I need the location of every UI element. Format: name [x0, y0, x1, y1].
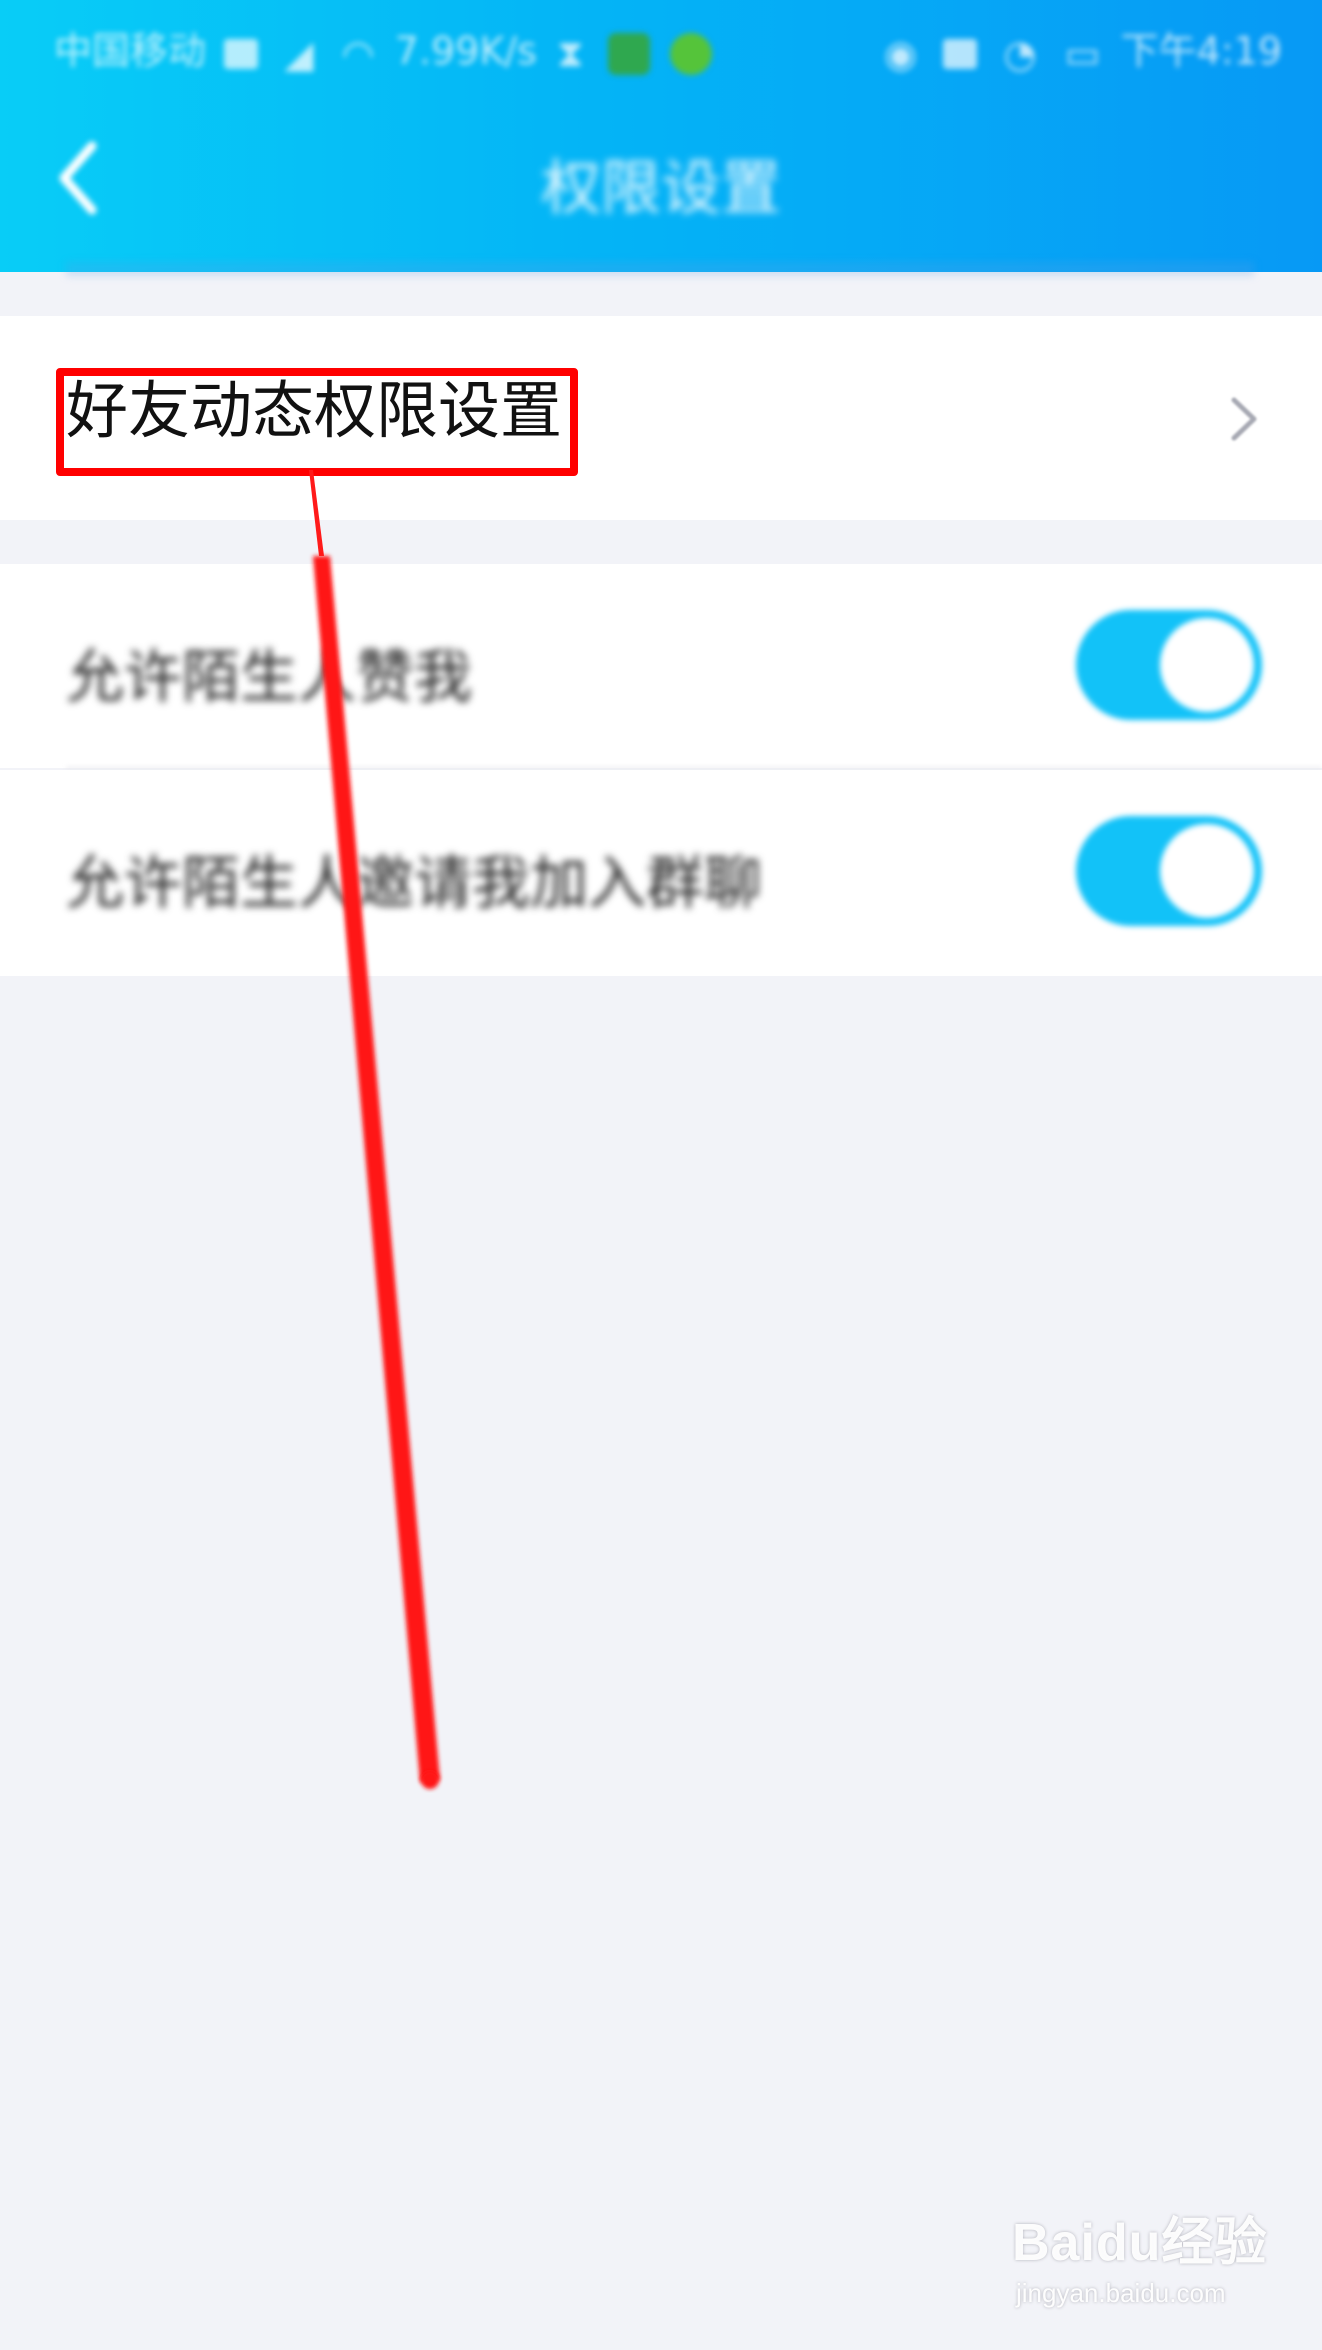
- hd-icon: [224, 38, 259, 69]
- phone-screen: 中国移动 ◢ ◠ 7.99K/s ⧗ ◉ ◔ ▭ 下午4:19 权限设置 好友动…: [0, 0, 1322, 2350]
- status-left: 中国移动 ◢ ◠ 7.99K/s ⧗: [54, 20, 716, 76]
- status-time: 下午4:19: [1120, 29, 1282, 73]
- app-notification-icon: [607, 32, 650, 75]
- wifi-icon: ◠: [341, 31, 375, 76]
- status-right: ◉ ◔ ▭ 下午4:19: [876, 20, 1282, 76]
- toggle-knob: [1160, 618, 1254, 712]
- net-speed: 7.99K/s: [394, 29, 537, 73]
- watermark-url: jingyan.baidu.com: [1016, 2278, 1226, 2308]
- signal-icon: ◢: [284, 31, 314, 76]
- carrier-label: 中国移动: [54, 29, 207, 73]
- page-title: 权限设置: [541, 154, 781, 224]
- allow-stranger-like-toggle[interactable]: [1076, 610, 1262, 720]
- header: 中国移动 ◢ ◠ 7.99K/s ⧗ ◉ ◔ ▭ 下午4:19 权限设置: [0, 0, 1322, 272]
- allow-stranger-group-invite-toggle[interactable]: [1076, 816, 1262, 926]
- chevron-right-icon: [1231, 397, 1257, 441]
- allow-stranger-like-row: 允许陌生人赞我: [0, 564, 1322, 768]
- watermark-logo: Baidu经验: [1012, 2214, 1268, 2272]
- eye-icon: ◉: [884, 31, 918, 76]
- row-divider: [66, 767, 1322, 769]
- battery-icon: ▭: [1064, 31, 1101, 76]
- allow-stranger-like-label: 允许陌生人赞我: [66, 643, 473, 711]
- alarm-icon: ◔: [1003, 31, 1037, 76]
- allow-stranger-group-invite-row: 允许陌生人邀请我加入群聊: [0, 770, 1322, 976]
- status-bar: 中国移动 ◢ ◠ 7.99K/s ⧗ ◉ ◔ ▭ 下午4:19: [0, 0, 1322, 92]
- header-shadow: [66, 262, 1254, 276]
- annotation-highlight-box: [56, 368, 578, 476]
- baidu-watermark: Baidu经验 jingyan.baidu.com: [1012, 2200, 1272, 2320]
- wechat-notification-icon: [669, 32, 712, 75]
- toggle-knob: [1160, 824, 1254, 918]
- allow-stranger-group-invite-label: 允许陌生人邀请我加入群聊: [66, 849, 763, 917]
- nfc-icon: [943, 38, 978, 69]
- hourglass-icon: ⧗: [557, 31, 584, 75]
